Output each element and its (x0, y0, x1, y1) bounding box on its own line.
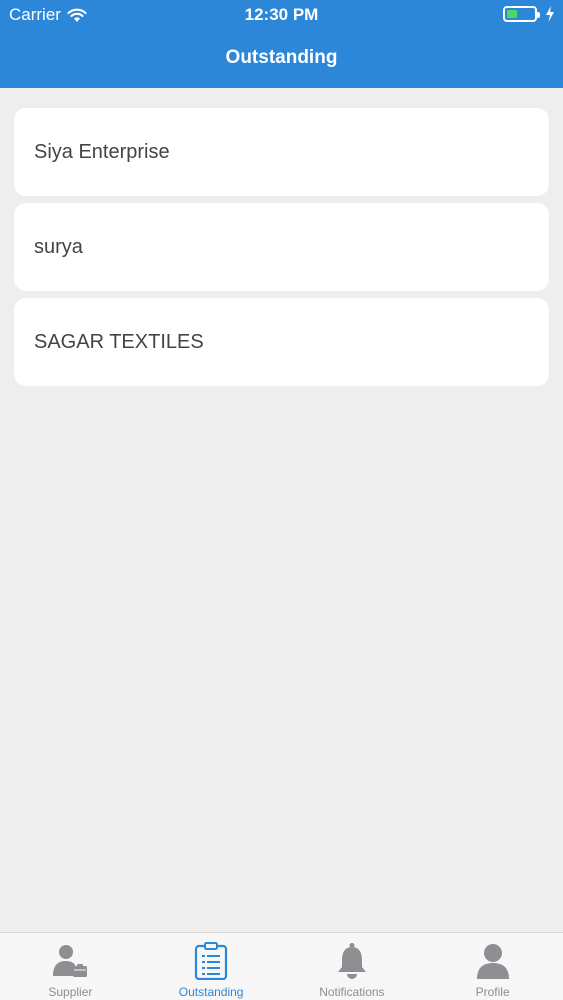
tab-bar: Supplier Outstanding Notifications Profi… (0, 932, 563, 1000)
supplier-card[interactable]: Siya Enterprise (14, 108, 549, 196)
supplier-icon (50, 941, 90, 981)
page-title: Outstanding (225, 47, 338, 68)
supplier-card[interactable]: surya (14, 203, 549, 291)
supplier-card[interactable]: SAGAR TEXTILES (14, 298, 549, 386)
supplier-name: SAGAR TEXTILES (34, 330, 204, 353)
tab-notifications[interactable]: Notifications (282, 933, 423, 1000)
tab-label: Profile (475, 985, 510, 999)
status-bar: Carrier 12:30 PM (0, 0, 563, 30)
tab-outstanding[interactable]: Outstanding (141, 933, 282, 1000)
tab-supplier[interactable]: Supplier (0, 933, 141, 1000)
battery-level (507, 10, 518, 18)
supplier-list: Siya Enterprise surya SAGAR TEXTILES (14, 108, 549, 393)
status-time: 12:30 PM (244, 5, 319, 24)
tab-profile[interactable]: Profile (422, 933, 563, 1000)
clipboard-icon (191, 941, 231, 981)
supplier-name: surya (34, 235, 83, 258)
user-icon (473, 941, 513, 981)
charging-bolt-icon (546, 6, 554, 22)
status-right (503, 6, 555, 22)
tab-label: Notifications (319, 985, 385, 999)
top-bar: Carrier 12:30 PM Outstanding (0, 0, 563, 88)
supplier-name: Siya Enterprise (34, 140, 170, 163)
bell-icon (332, 941, 372, 981)
battery-icon (503, 6, 540, 22)
tab-label: Outstanding (178, 985, 244, 999)
tab-label: Supplier (48, 985, 93, 999)
